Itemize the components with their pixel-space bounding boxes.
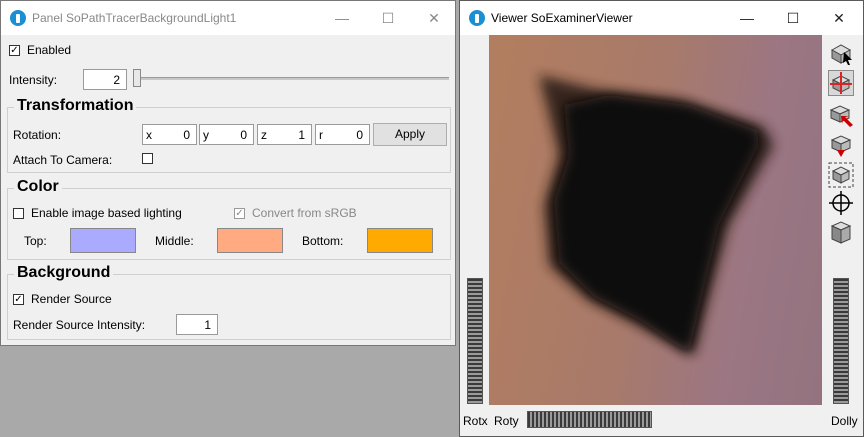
- ibl-checkbox[interactable]: [13, 208, 24, 219]
- app-icon: [469, 10, 485, 26]
- ibl-label: Enable image based lighting: [31, 206, 182, 220]
- minimize-button[interactable]: —: [724, 1, 770, 35]
- enabled-checkbox[interactable]: ✓: [9, 45, 20, 56]
- dolly-label: Dolly: [831, 414, 858, 428]
- close-button[interactable]: ✕: [816, 1, 862, 35]
- background-title: Background: [14, 264, 114, 282]
- rotation-label: Rotation:: [13, 128, 62, 142]
- rotation-r-field[interactable]: r 0: [315, 124, 370, 145]
- intensity-value: 2: [113, 73, 120, 87]
- roty-thumbwheel[interactable]: [527, 411, 652, 428]
- rotation-x-field[interactable]: x 0: [142, 124, 197, 145]
- render-source-checkbox[interactable]: ✓: [13, 294, 24, 305]
- middle-color-label: Middle:: [155, 234, 194, 248]
- r-label: r: [319, 128, 323, 142]
- panel-titlebar[interactable]: Panel SoPathTracerBackgroundLight1 — ☐ ✕: [1, 1, 455, 35]
- maximize-button[interactable]: ☐: [770, 1, 816, 35]
- enabled-label: Enabled: [27, 43, 72, 57]
- close-button[interactable]: ✕: [411, 1, 457, 35]
- transformation-title: Transformation: [14, 97, 137, 115]
- rotx-thumbwheel[interactable]: [467, 278, 483, 404]
- home-icon[interactable]: [828, 102, 854, 128]
- render-viewport[interactable]: [489, 35, 822, 405]
- z-value: 1: [298, 128, 305, 142]
- r-value: 0: [356, 128, 363, 142]
- x-label: x: [146, 128, 152, 142]
- viewer-window-title: Viewer SoExaminerViewer: [491, 11, 633, 25]
- viewer-titlebar[interactable]: Viewer SoExaminerViewer — ☐ ✕: [460, 1, 863, 35]
- dolly-thumbwheel[interactable]: [833, 278, 849, 404]
- rotation-z-field[interactable]: z 1: [257, 124, 312, 145]
- panel-window-title: Panel SoPathTracerBackgroundLight1: [32, 11, 237, 25]
- bottom-color-label: Bottom:: [302, 234, 344, 248]
- y-value: 0: [240, 128, 247, 142]
- srgb-label: Convert from sRGB: [252, 206, 357, 220]
- attach-to-camera-checkbox[interactable]: [142, 153, 153, 164]
- y-label: y: [203, 128, 209, 142]
- render-source-label: Render Source: [31, 292, 112, 306]
- intensity-field[interactable]: 2: [83, 69, 127, 90]
- render-source-intensity-field[interactable]: 1: [176, 314, 218, 335]
- top-color-swatch[interactable]: [70, 228, 136, 253]
- attach-to-camera-label: Attach To Camera:: [13, 153, 113, 167]
- minimize-button[interactable]: —: [319, 1, 365, 35]
- rotation-y-field[interactable]: y 0: [199, 124, 254, 145]
- view-all-icon[interactable]: [828, 162, 854, 188]
- rotx-label: Rotx: [463, 414, 488, 428]
- srgb-checkbox[interactable]: ✓: [234, 208, 245, 219]
- middle-color-swatch[interactable]: [217, 228, 283, 253]
- x-value: 0: [183, 128, 190, 142]
- apply-button[interactable]: Apply: [373, 123, 447, 146]
- bottom-color-swatch[interactable]: [367, 228, 433, 253]
- render-source-intensity-value: 1: [204, 318, 211, 332]
- intensity-slider-handle[interactable]: [133, 69, 141, 87]
- panel-window: Panel SoPathTracerBackgroundLight1 — ☐ ✕…: [0, 0, 456, 346]
- pick-arrow-icon[interactable]: [828, 40, 854, 66]
- seek-icon[interactable]: [828, 190, 854, 216]
- projection-cube-icon[interactable]: [828, 219, 854, 245]
- view-rotate-icon[interactable]: [828, 70, 854, 96]
- render-source-intensity-label: Render Source Intensity:: [13, 318, 146, 332]
- z-label: z: [261, 128, 267, 142]
- set-home-icon[interactable]: [828, 132, 854, 158]
- rendered-object: [539, 75, 774, 355]
- intensity-label: Intensity:: [9, 73, 58, 87]
- maximize-button[interactable]: ☐: [365, 1, 411, 35]
- color-title: Color: [14, 178, 62, 196]
- app-icon: [10, 10, 26, 26]
- top-color-label: Top:: [24, 234, 47, 248]
- intensity-slider-track[interactable]: [133, 77, 449, 80]
- roty-label: Roty: [494, 414, 519, 428]
